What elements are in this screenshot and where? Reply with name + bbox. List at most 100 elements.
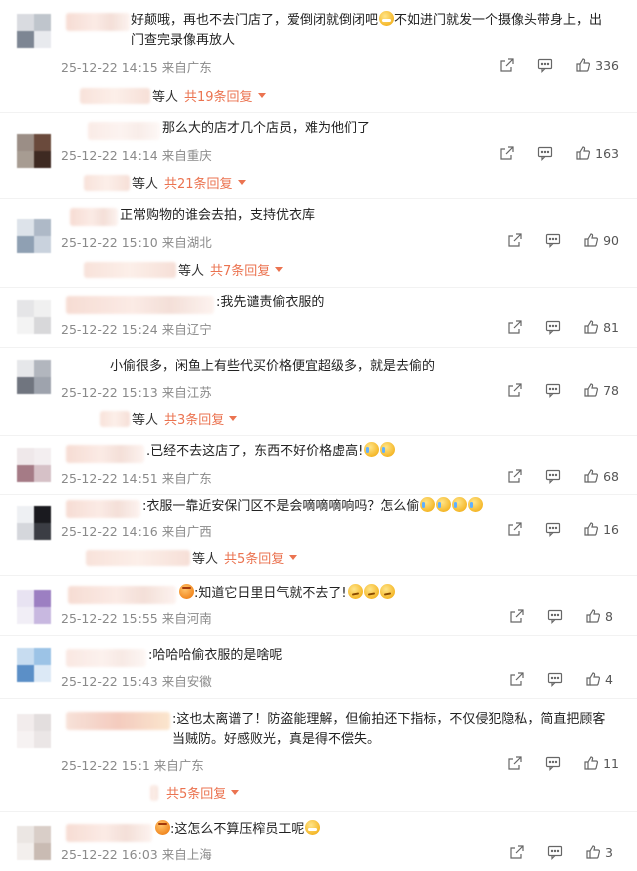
thumbs-up-icon: [583, 382, 599, 398]
avatar[interactable]: [17, 648, 51, 682]
like-button[interactable]: 163: [575, 145, 619, 161]
comment-icon[interactable]: [545, 755, 561, 771]
view-replies-link[interactable]: 共7条回复: [210, 260, 270, 279]
comment-icon[interactable]: [545, 521, 561, 537]
like-button[interactable]: 11: [583, 755, 619, 771]
avatar[interactable]: [17, 590, 51, 624]
comment-text: .已经不去这店了，东西不好价格虚高!: [146, 442, 396, 462]
like-button[interactable]: 3: [585, 844, 619, 860]
comment-text: :这也太离谱了！防盗能理解，但偷拍还下指标，不仅侵犯隐私，简直把顾客当贼防。好感…: [172, 712, 606, 747]
share-icon[interactable]: [507, 755, 523, 771]
comment-icon[interactable]: [545, 468, 561, 484]
comment-icon[interactable]: [545, 232, 561, 248]
view-replies-link[interactable]: 共5条回复: [224, 548, 284, 567]
like-button[interactable]: 78: [583, 382, 619, 398]
comment-meta: 25-12-22 16:03 来自上海: [61, 847, 212, 862]
view-replies-link[interactable]: 共5条回复: [166, 783, 226, 802]
comment-actions: 8: [509, 608, 619, 624]
username[interactable]: [66, 296, 214, 314]
avatar[interactable]: [17, 506, 51, 540]
avatar[interactable]: [17, 360, 51, 394]
comment-meta: 25-12-22 15:55 来自河南: [61, 611, 212, 626]
comment-location: 来自广东: [161, 60, 212, 75]
chevron-down-icon: [257, 93, 266, 98]
crying-emoji-icon: [452, 497, 468, 512]
like-button[interactable]: 16: [583, 521, 619, 537]
share-icon[interactable]: [507, 468, 523, 484]
comment-icon[interactable]: [545, 382, 561, 398]
angry-emoji-icon: [179, 584, 194, 599]
thumbs-up-icon: [575, 145, 591, 161]
comment-text: :知道它日里日气就不去了!: [178, 584, 395, 604]
angry-emoji-icon: [155, 820, 170, 835]
avatar[interactable]: [17, 14, 51, 48]
smirk-emoji-icon: [347, 584, 363, 599]
chevron-down-icon: [275, 267, 284, 272]
grimace-emoji-icon: [305, 820, 321, 835]
share-icon[interactable]: [507, 382, 523, 398]
avatar[interactable]: [17, 134, 51, 168]
username[interactable]: [66, 824, 152, 842]
like-button[interactable]: 336: [575, 57, 619, 73]
comment-actions: 68: [507, 468, 619, 484]
comment-meta: 25-12-22 14:51 来自广东: [61, 471, 212, 486]
like-count: 336: [595, 57, 619, 73]
comment-icon[interactable]: [547, 671, 563, 687]
smirk-emoji-icon: [363, 584, 379, 599]
like-button[interactable]: 81: [583, 319, 619, 335]
comment-icon[interactable]: [537, 145, 553, 161]
comment-text: :这怎么不算压榨员工呢: [154, 820, 321, 840]
username[interactable]: [66, 712, 170, 730]
avatar[interactable]: [17, 219, 51, 253]
comment-actions: 81: [507, 319, 619, 335]
comment-text: :衣服一靠近安保门区不是会嘀嘀嘀响吗？怎么偷: [142, 497, 484, 517]
share-icon[interactable]: [499, 57, 515, 73]
share-icon[interactable]: [507, 521, 523, 537]
comment-text: :我先谴责偷衣服的: [216, 295, 325, 310]
username[interactable]: [88, 122, 160, 140]
comment-meta: 25-12-22 15:13 来自江苏: [61, 385, 212, 400]
like-button[interactable]: 4: [585, 671, 619, 687]
smirk-emoji-icon: [379, 584, 395, 599]
comment-icon[interactable]: [547, 844, 563, 860]
avatar[interactable]: [17, 448, 51, 482]
crying-emoji-icon: [468, 497, 484, 512]
share-icon[interactable]: [499, 145, 515, 161]
comment-actions: 11: [507, 755, 619, 771]
username[interactable]: [66, 13, 130, 31]
share-icon[interactable]: [507, 232, 523, 248]
share-icon[interactable]: [509, 608, 525, 624]
comment-time: 25-12-22 14:15: [61, 60, 158, 75]
comment-icon[interactable]: [537, 57, 553, 73]
avatar[interactable]: [17, 826, 51, 860]
like-button[interactable]: 8: [585, 608, 619, 624]
thumbs-up-icon: [583, 468, 599, 484]
comment-text: 好颠哦，再也不去门店了，爱倒闭就倒闭吧 不如进门就发一个摄像头带身上，出门查完录像…: [131, 11, 603, 48]
crying-emoji-icon: [420, 497, 436, 512]
username[interactable]: [68, 586, 176, 604]
thumbs-up-icon: [583, 232, 599, 248]
comment-actions: 3: [509, 844, 619, 860]
username[interactable]: [66, 649, 146, 667]
username[interactable]: [66, 500, 140, 518]
comment-icon[interactable]: [545, 319, 561, 335]
share-icon[interactable]: [509, 671, 525, 687]
share-icon[interactable]: [509, 844, 525, 860]
comment-text: :哈哈哈偷衣服的是啥呢: [148, 648, 283, 663]
like-button[interactable]: 90: [583, 232, 619, 248]
share-icon[interactable]: [507, 319, 523, 335]
like-button[interactable]: 68: [583, 468, 619, 484]
view-replies-link[interactable]: 共3条回复: [164, 409, 224, 428]
replies-row: 等人 共19条回复: [80, 86, 266, 105]
view-replies-link[interactable]: 共19条回复: [184, 86, 253, 105]
comment-icon[interactable]: [547, 608, 563, 624]
avatar[interactable]: [17, 300, 51, 334]
avatar[interactable]: [17, 714, 51, 748]
crying-emoji-icon: [380, 442, 396, 457]
comment-actions: 90: [507, 232, 619, 248]
username[interactable]: [70, 208, 118, 226]
replies-row: 等人 共3条回复: [100, 409, 238, 428]
replies-row: 共5条回复: [150, 783, 240, 802]
username[interactable]: [66, 445, 144, 463]
view-replies-link[interactable]: 共21条回复: [164, 173, 233, 192]
